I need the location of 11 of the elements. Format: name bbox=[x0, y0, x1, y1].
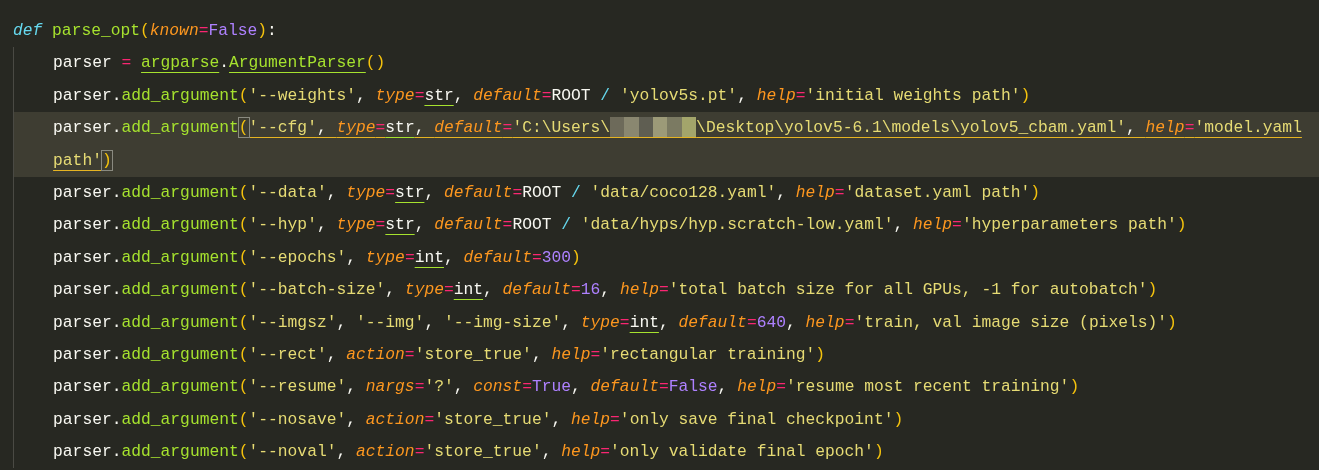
code-line: parser.add_argument('--data', type=str, default=ROOT / 'data/coco128.yaml', help='dataset.yaml path') bbox=[13, 176, 1319, 210]
code-line: parser.add_argument('--resume', nargs='?', const=True, default=False, help='resume most recent training') bbox=[13, 371, 1319, 404]
code-line: parser.add_argument('--rect', action='store_true', help='rectangular training') bbox=[13, 338, 1319, 372]
code-line: parser.add_argument('--noval', action='store_true', help='only validate final epoch') bbox=[13, 436, 1319, 469]
code-line: parser.add_argument('--nosave', action='store_true', help='only save final checkpoint') bbox=[13, 403, 1319, 437]
code-line: parser.add_argument('--hyp', type=str, default=ROOT / 'data/hyps/hyp.scratch-low.yaml', help='hyperparameters path') bbox=[13, 209, 1319, 242]
code-line: parser.add_argument('--epochs', type=int, default=300) bbox=[13, 241, 1319, 275]
code-line: def parse_opt(known=False): bbox=[12, 20, 278, 42]
code-line: parser.add_argument('--batch-size', type=int, default=16, help='total batch size for all GPUs, -1 for autobatch') bbox=[13, 274, 1319, 307]
code-line: parser.add_argument('--imgsz', '--img', '--img-size', type=int, default=640, help='train, val image size (pixels)') bbox=[13, 306, 1319, 339]
code-line: parser = argparse.ArgumentParser() bbox=[13, 47, 1319, 80]
